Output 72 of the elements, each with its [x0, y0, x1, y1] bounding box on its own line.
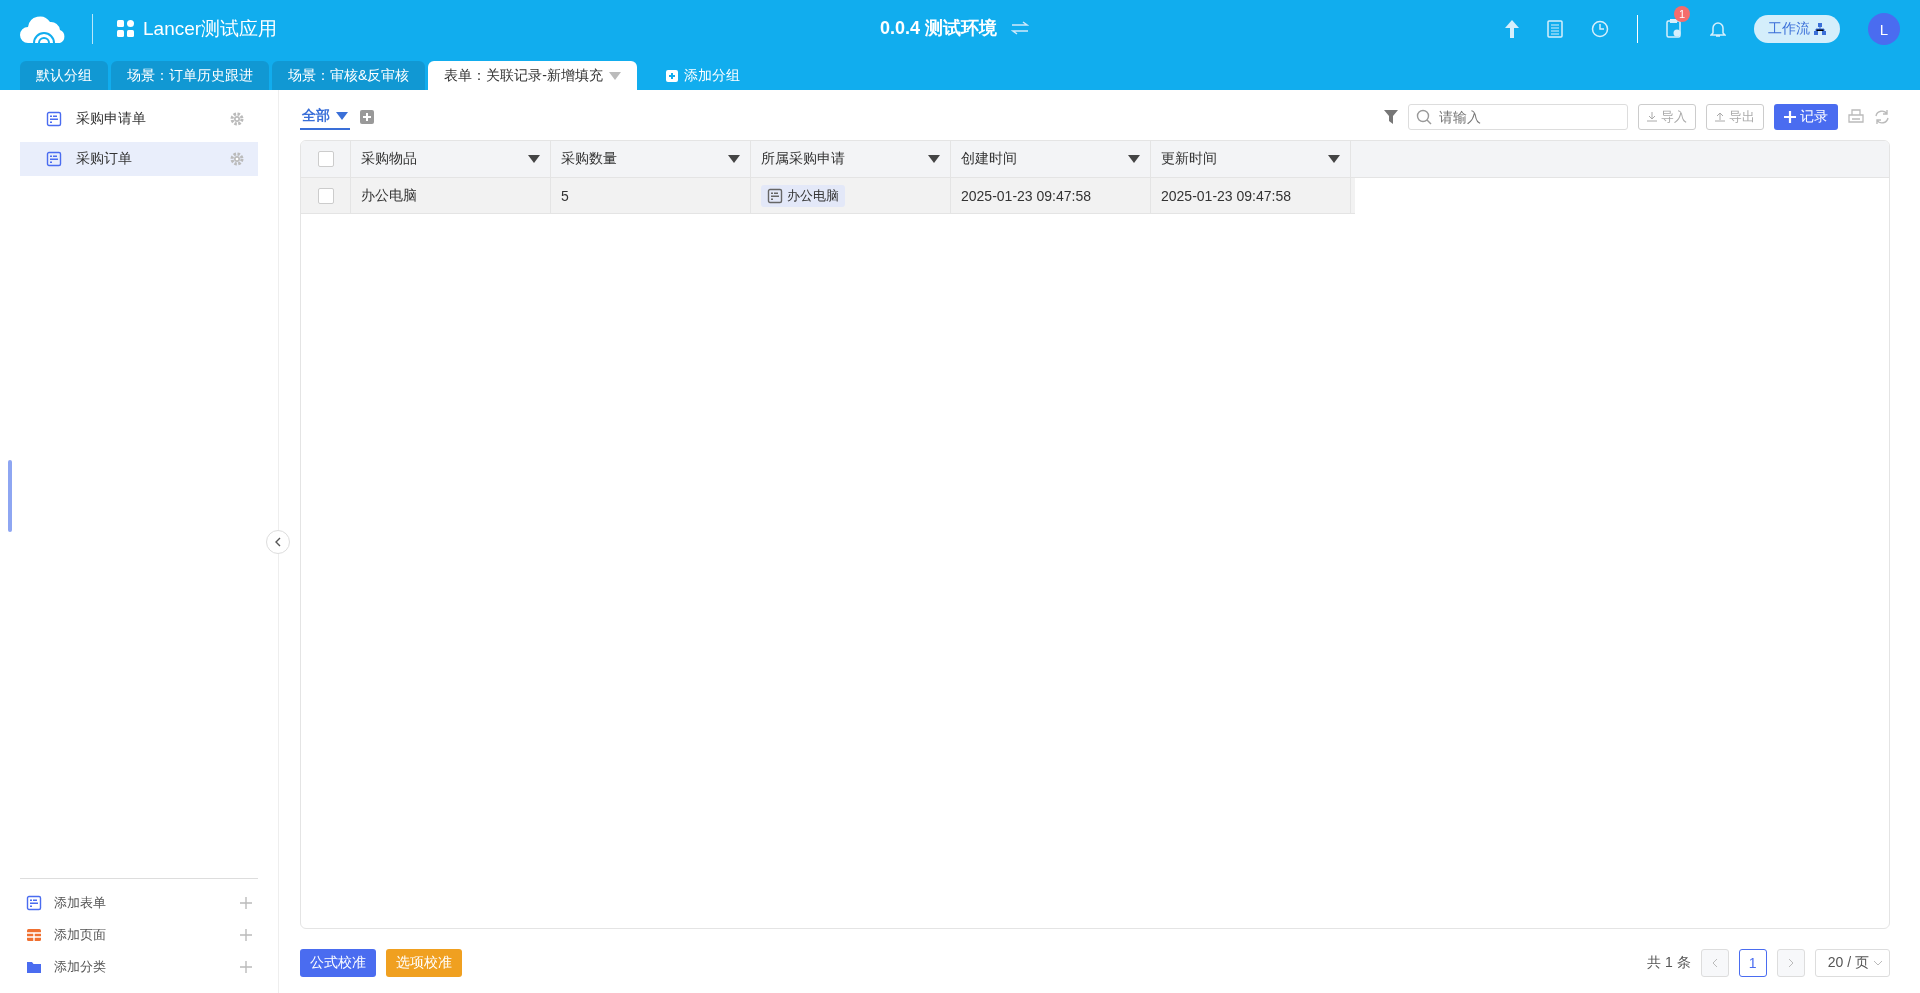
org-chart-icon: [1814, 23, 1826, 35]
linked-record-tag[interactable]: 办公电脑: [761, 184, 845, 207]
clipboard-clock-icon[interactable]: [1666, 17, 1682, 38]
settings-icon[interactable]: [230, 152, 244, 166]
print-icon[interactable]: [1848, 109, 1864, 125]
chevron-right-icon: [1786, 958, 1795, 968]
form-icon: [46, 111, 62, 127]
folder-icon: [26, 959, 42, 975]
table-cell: 2025-01-23 09:47:58: [1151, 178, 1351, 213]
clock-icon[interactable]: [1591, 20, 1609, 38]
add-record-button[interactable]: 记录: [1774, 104, 1838, 130]
apps-icon: [117, 20, 135, 38]
environment-title: 0.0.4 测试环境: [880, 17, 998, 40]
table-cell: 2025-01-23 09:47:58: [951, 178, 1151, 213]
column-header[interactable]: 所属采购申请: [751, 141, 951, 177]
form-icon: [767, 187, 783, 204]
upload-icon: [1715, 112, 1725, 122]
workflow-button[interactable]: 工作流: [1754, 15, 1840, 43]
calibrate-button[interactable]: 公式校准: [300, 949, 376, 977]
download-icon: [1647, 112, 1657, 122]
bell-icon[interactable]: [1710, 20, 1726, 38]
plus-icon: [1784, 111, 1796, 123]
caret-icon: [928, 155, 940, 163]
sidebar-add-item[interactable]: 添加表单: [20, 887, 258, 919]
table-cell: 5: [551, 178, 751, 213]
sidebar-add-item[interactable]: 添加分类: [20, 951, 258, 983]
caret-icon: [336, 111, 348, 120]
sidebar-add-item[interactable]: 添加页面: [20, 919, 258, 951]
search-field[interactable]: 请输入: [1408, 104, 1628, 130]
plus-icon[interactable]: [240, 961, 252, 973]
app-name: Lancer测试应用: [143, 17, 278, 41]
total-count: 共 1 条: [1647, 954, 1691, 972]
chevron-left-icon: [274, 537, 282, 547]
next-page-button[interactable]: [1776, 949, 1805, 977]
column-header[interactable]: 采购物品: [351, 141, 551, 177]
page-size-select[interactable]: 20 / 页: [1814, 949, 1890, 977]
chevron-left-icon: [1710, 958, 1719, 968]
row-checkbox[interactable]: [317, 187, 334, 204]
swap-icon[interactable]: [1011, 21, 1030, 35]
sidebar-item[interactable]: 采购申请单: [20, 102, 258, 136]
column-header[interactable]: 更新时间: [1151, 141, 1351, 177]
column-header[interactable]: 创建时间: [951, 141, 1151, 177]
document-icon[interactable]: [1547, 20, 1563, 38]
column-header[interactable]: 采购数量: [551, 141, 751, 177]
table-cell: 办公电脑: [351, 178, 551, 213]
sidebar-item[interactable]: 采购订单: [20, 142, 258, 176]
form-icon: [46, 151, 62, 167]
plus-icon[interactable]: [240, 897, 252, 909]
plus-icon[interactable]: [240, 929, 252, 941]
resize-handle[interactable]: [8, 460, 12, 532]
add-view-icon[interactable]: [360, 110, 374, 124]
view-tab[interactable]: 全部: [300, 104, 350, 130]
form-icon: [26, 895, 42, 911]
collapse-button[interactable]: [266, 530, 290, 554]
user-avatar[interactable]: L: [1868, 13, 1900, 45]
caret-icon: [1128, 155, 1140, 163]
group-tab[interactable]: 表单：关联记录-新增填充: [428, 61, 637, 90]
upload-arrow-icon[interactable]: [1505, 20, 1519, 38]
chevron-down-icon: [1873, 960, 1883, 966]
notification-badge: 1: [1674, 5, 1690, 22]
plus-icon: [666, 69, 678, 82]
refresh-icon[interactable]: [1874, 109, 1890, 125]
caret-icon: [528, 155, 540, 163]
select-all-checkbox[interactable]: [317, 151, 334, 167]
settings-icon[interactable]: [230, 112, 244, 126]
caret-icon: [728, 155, 740, 163]
filter-icon[interactable]: [1384, 110, 1398, 124]
prev-page-button[interactable]: [1700, 949, 1729, 977]
caret-icon: [1328, 155, 1340, 163]
page-number[interactable]: 1: [1738, 949, 1767, 977]
caret-icon: [609, 71, 621, 80]
table-icon: [26, 927, 42, 943]
